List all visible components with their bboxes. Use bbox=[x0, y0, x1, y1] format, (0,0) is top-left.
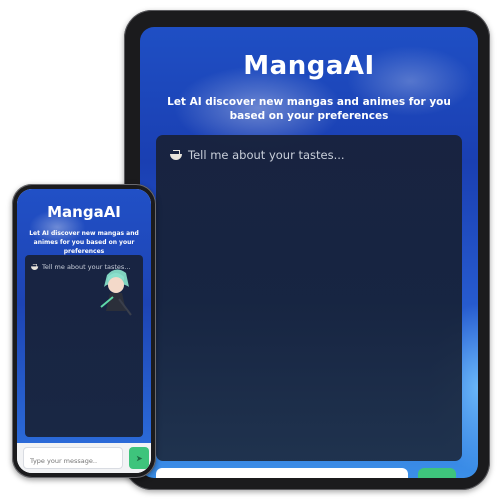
ramen-bowl-icon bbox=[170, 150, 182, 160]
app-title: MangaAI bbox=[243, 51, 375, 81]
ramen-bowl-icon bbox=[31, 264, 39, 270]
send-button[interactable] bbox=[129, 447, 149, 469]
app-subtitle: Let AI discover new mangas and animes fo… bbox=[29, 230, 139, 255]
phone-screen: MangaAI Let AI discover new mangas and a… bbox=[17, 189, 151, 473]
message-input[interactable] bbox=[156, 468, 408, 478]
send-button[interactable] bbox=[418, 468, 456, 478]
chat-hint-text: Tell me about your tastes... bbox=[188, 148, 345, 162]
phone-device: MangaAI Let AI discover new mangas and a… bbox=[12, 184, 156, 478]
app-subtitle: Let AI discover new mangas and animes fo… bbox=[167, 96, 451, 122]
chat-hint: Tell me about your tastes... bbox=[170, 148, 345, 162]
phone-background: MangaAI Let AI discover new mangas and a… bbox=[17, 189, 151, 444]
anime-character-illustration bbox=[100, 269, 132, 316]
message-input[interactable] bbox=[23, 447, 123, 469]
send-icon bbox=[136, 455, 142, 461]
message-bar bbox=[17, 443, 151, 473]
tablet-device: MangaAI Let AI discover new mangas and a… bbox=[124, 10, 490, 490]
chat-panel: Tell me about your tastes... bbox=[156, 135, 462, 461]
app-title: MangaAI bbox=[47, 203, 121, 221]
chat-panel: Tell me about your tastes... bbox=[25, 255, 143, 437]
tablet-screen: MangaAI Let AI discover new mangas and a… bbox=[140, 27, 478, 478]
